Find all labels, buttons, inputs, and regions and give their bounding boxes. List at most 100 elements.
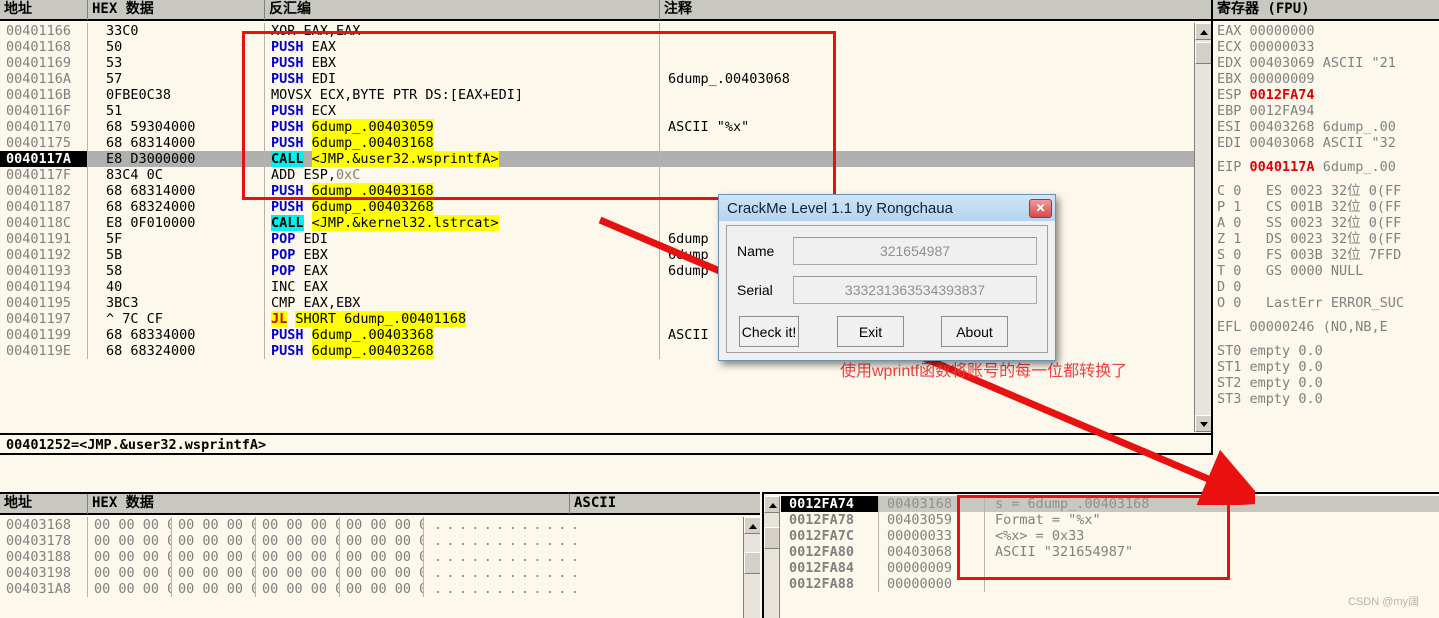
stack-panel[interactable]: 0012FA74 00403168 s = 6dump_.00403168 0012F…: [762, 492, 1439, 618]
about-button[interactable]: About: [941, 316, 1008, 347]
exit-button[interactable]: Exit: [837, 316, 904, 347]
col-header-disasm[interactable]: 反汇编: [265, 0, 660, 20]
row-hexdata: 51: [88, 103, 265, 119]
register-name: ESI: [1217, 119, 1242, 135]
disassembly-row[interactable]: 0040117F 83C4 0C ADD ESP,0xC: [0, 167, 1211, 183]
row-comment: [660, 23, 1211, 39]
dump-row-hex-group: 00 00 00 00: [340, 517, 424, 533]
dump-row-hex-group: 00 00 00 00: [88, 565, 172, 581]
disassembly-row[interactable]: 0040117A E8 D3000000 CALL <JMP.&user32.wsp…: [0, 151, 1211, 167]
disassembly-row[interactable]: 0040116A 57 PUSH EDI 6dump_.00403068: [0, 71, 1211, 87]
register-row[interactable]: ESI 00403268 6dump_.00: [1217, 119, 1439, 135]
segment-selector: ERROR_SUC: [1330, 295, 1405, 311]
stack-row[interactable]: 0012FA78 00403059 Format = "%x": [781, 512, 1439, 528]
dump-row-address: 004031A8: [0, 581, 88, 597]
disassembly-row[interactable]: 00401170 68 59304000 PUSH 6dump_.00403059 A…: [0, 119, 1211, 135]
stack-scrollbar[interactable]: [764, 496, 780, 618]
row-hexdata: 68 68324000: [88, 199, 265, 215]
check-it-button[interactable]: Check it!: [739, 316, 799, 347]
dump-col-header-address[interactable]: 地址: [0, 494, 88, 514]
disassembly-row[interactable]: 0040116B 0FBE0C38 MOVSX ECX,BYTE PTR DS:[E…: [0, 87, 1211, 103]
dialog-buttons: Check it! Exit About: [737, 316, 1037, 347]
dump-row[interactable]: 00403188 00 00 00 00 00 00 00 00 00 00 00 0…: [0, 549, 760, 565]
row-address: 00401166: [0, 23, 88, 39]
register-row[interactable]: EBP 0012FA94: [1217, 103, 1439, 119]
row-disassembly: PUSH EBX: [265, 55, 660, 71]
row-hexdata: E8 0F010000: [88, 215, 265, 231]
register-row[interactable]: EDX 00403069 ASCII "21: [1217, 55, 1439, 71]
dump-row-ascii: ...............: [434, 565, 579, 581]
disassembly-row[interactable]: 00401169 53 PUSH EBX: [0, 55, 1211, 71]
row-address: 00401192: [0, 247, 88, 263]
dump-row[interactable]: 00403198 00 00 00 00 00 00 00 00 00 00 00 0…: [0, 565, 760, 581]
disassembly-row[interactable]: 00401175 68 68314000 PUSH 6dump_.00403168: [0, 135, 1211, 151]
register-row[interactable]: EBX 00000009: [1217, 71, 1439, 87]
segment-selector: 0023: [1290, 215, 1323, 231]
dump-row[interactable]: 00403168 00 00 00 00 00 00 00 00 00 00 00 0…: [0, 517, 760, 533]
register-row[interactable]: C 0 ES 0023 32位 0(FF: [1217, 183, 1439, 199]
scroll-up-icon[interactable]: [1195, 23, 1211, 40]
row-hexdata: ^ 7C CF: [88, 311, 265, 327]
stack-scroll-thumb[interactable]: [764, 527, 780, 549]
dump-scrollbar[interactable]: [743, 517, 760, 618]
row-address: 0040116A: [0, 71, 88, 87]
dump-row[interactable]: 004031A8 00 00 00 00 00 00 00 00 00 00 00 0…: [0, 581, 760, 597]
dump-col-header-hexdata[interactable]: HEX 数据: [88, 494, 570, 514]
scroll-thumb[interactable]: [1195, 42, 1211, 64]
stack-row[interactable]: 0012FA80 00403068 ASCII "321654987": [781, 544, 1439, 560]
dump-row-hex-group: 00 00 00 00: [172, 565, 256, 581]
disassembly-row[interactable]: 00401168 50 PUSH EAX: [0, 39, 1211, 55]
stack-rows[interactable]: 0012FA74 00403168 s = 6dump_.00403168 0012F…: [781, 496, 1439, 618]
row-address: 00401169: [0, 55, 88, 71]
dump-rows[interactable]: 00403168 00 00 00 00 00 00 00 00 00 00 00 0…: [0, 517, 760, 618]
stack-row-address: 0012FA7C: [781, 528, 879, 544]
serial-input[interactable]: 333231363534393837: [793, 276, 1037, 304]
register-row[interactable]: EAX 00000000: [1217, 23, 1439, 39]
stack-row-comment: ASCII "321654987": [995, 544, 1134, 560]
stack-row-comment: Format = "%x": [995, 512, 1101, 528]
dump-scroll-thumb[interactable]: [744, 552, 760, 574]
segment-base: 0(FF: [1368, 183, 1402, 199]
col-header-hexdata[interactable]: HEX 数据: [88, 0, 265, 20]
row-address: 0040116F: [0, 103, 88, 119]
row-hexdata: 68 68314000: [88, 183, 265, 199]
stack-row-value: 00403068: [879, 544, 985, 560]
col-header-comment[interactable]: 注释: [660, 0, 1211, 20]
register-row[interactable]: EIP 0040117A 6dump_.00: [1217, 159, 1439, 175]
stack-row[interactable]: 0012FA88 00000000: [781, 576, 1439, 592]
disassembly-header: 地址 HEX 数据 反汇编 注释: [0, 0, 1211, 21]
row-disassembly: CALL <JMP.&user32.wsprintfA>: [265, 151, 660, 167]
dialog-title-bar[interactable]: CrackMe Level 1.1 by Rongchaua ✕: [719, 195, 1055, 221]
segment-selector: 003B: [1290, 247, 1323, 263]
close-icon[interactable]: ✕: [1029, 198, 1052, 218]
name-input[interactable]: 321654987: [793, 237, 1037, 265]
disassembly-row[interactable]: 00401166 33C0 XOR EAX,EAX: [0, 23, 1211, 39]
stack-row[interactable]: 0012FA7C 00000033 <%x> = 0x33: [781, 528, 1439, 544]
dump-scroll-up-icon[interactable]: [744, 517, 760, 534]
stack-row[interactable]: 0012FA84 00000009: [781, 560, 1439, 576]
register-row[interactable]: ECX 00000033: [1217, 39, 1439, 55]
register-row[interactable]: P 1 CS 001B 32位 0(FF: [1217, 199, 1439, 215]
row-address: 0040116B: [0, 87, 88, 103]
dump-row-hex-group: 00 00 00 00: [256, 517, 340, 533]
register-row[interactable]: ESP 0012FA74: [1217, 87, 1439, 103]
crackme-dialog[interactable]: CrackMe Level 1.1 by Rongchaua ✕ Name 32…: [718, 194, 1056, 361]
row-address: 00401175: [0, 135, 88, 151]
name-label: Name: [737, 243, 775, 259]
memory-dump-panel[interactable]: 地址 HEX 数据 ASCII 00403168 00 00 00 00 00 00…: [0, 492, 760, 618]
stack-row-address: 0012FA78: [781, 512, 879, 528]
register-row[interactable]: EDI 00403068 ASCII "32: [1217, 135, 1439, 151]
registers-spacer: [1217, 151, 1439, 159]
register-name: EBP: [1217, 103, 1242, 119]
col-header-address[interactable]: 地址: [0, 0, 88, 20]
segment-selector: 001B: [1290, 199, 1323, 215]
register-note: 6dump_.00: [1322, 119, 1396, 135]
segment-name: SS: [1265, 215, 1283, 231]
dump-row-address: 00403168: [0, 517, 88, 533]
register-value: 00000000: [1249, 23, 1315, 39]
dump-row[interactable]: 00403178 00 00 00 00 00 00 00 00 00 00 00 0…: [0, 533, 760, 549]
disassembly-row[interactable]: 0040116F 51 PUSH ECX: [0, 103, 1211, 119]
row-hexdata: 50: [88, 39, 265, 55]
segment-selector: 0023: [1290, 183, 1323, 199]
row-comment: [660, 39, 1211, 55]
